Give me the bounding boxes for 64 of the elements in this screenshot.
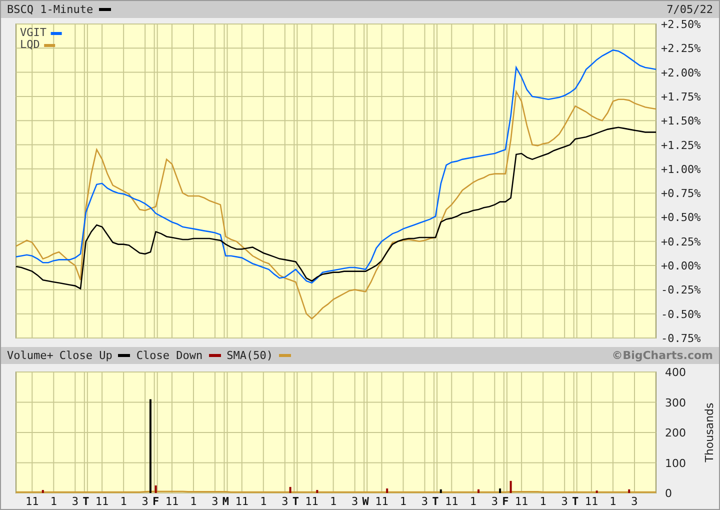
axis-label: 3: [212, 495, 218, 508]
axis-label: 11: [445, 495, 458, 508]
axis-label: 11: [235, 495, 248, 508]
axis-label: 200: [665, 426, 686, 440]
axis-label: 1: [330, 495, 337, 508]
axis-label: F: [502, 495, 509, 508]
legend-label: Close Down: [136, 349, 203, 362]
axis-label: +1.50%: [661, 114, 701, 128]
axis-label: 3: [631, 495, 638, 508]
axis-label: +2.00%: [661, 66, 701, 80]
axis-label: 11: [375, 495, 388, 508]
axis-label: 300: [665, 396, 686, 410]
chart-date: 7/05/22: [666, 3, 713, 16]
axis-label: +0.50%: [661, 211, 701, 224]
legend-label: Close Up: [59, 349, 112, 362]
axis-label: +2.50%: [661, 18, 701, 31]
axis-label: 3: [561, 495, 568, 508]
axis-label: +0.25%: [661, 235, 701, 248]
axis-label: 1: [120, 495, 127, 508]
axis-label: T: [82, 495, 90, 508]
legend-label: LQD: [20, 38, 40, 51]
axis-title: Thousands: [703, 402, 716, 462]
axis-label: +1.00%: [661, 162, 701, 176]
axis-label: 0: [665, 487, 672, 500]
axis-label: +1.75%: [661, 90, 701, 104]
axis-label: M: [222, 495, 230, 508]
axis-label: 11: [584, 495, 598, 508]
axis-label: 11: [95, 495, 109, 508]
axis-label: T: [292, 495, 299, 508]
axis-label: T: [572, 495, 579, 508]
axis-label: +0.00%: [661, 260, 701, 273]
axis-label: 3: [421, 495, 428, 508]
axis-label: 11: [26, 495, 39, 508]
axis-label: 3: [72, 495, 78, 508]
axis-label: 3: [282, 495, 288, 508]
axis-label: 400: [665, 366, 686, 379]
legend-label: SMA(50): [226, 349, 273, 362]
legend-label: VGIT: [20, 26, 46, 39]
axis-label: 11: [305, 495, 318, 508]
axis-label: +1.25%: [661, 138, 701, 152]
chart-title: Volume+: [7, 349, 54, 362]
chart-title: BSCQ 1-Minute: [7, 3, 94, 16]
axis-label: 3: [491, 495, 498, 508]
axis-label: -0.50%: [661, 308, 701, 321]
axis-label: 1: [540, 495, 546, 508]
axis-label: +0.75%: [661, 187, 701, 200]
axis-label: 1: [610, 495, 616, 508]
axis-label: 11: [165, 495, 179, 508]
axis-label: 3: [352, 495, 358, 508]
axis-label: 3: [142, 495, 148, 508]
axis-label: 100: [665, 456, 686, 470]
axis-label: -0.25%: [661, 284, 701, 297]
axis-label: 1: [260, 495, 267, 508]
axis-label: 1: [470, 495, 476, 508]
axis-label: 1: [50, 495, 57, 508]
axis-label: F: [152, 495, 160, 508]
axis-label: -0.75%: [661, 332, 701, 343]
axis-label: 11: [514, 495, 528, 508]
axis-label: T: [432, 495, 439, 508]
credit-text: ©BigCharts.com: [612, 349, 713, 362]
axis-label: +2.25%: [661, 42, 701, 56]
axis-label: 1: [190, 495, 197, 508]
axis-label: W: [362, 495, 369, 508]
axis-label: 1: [400, 495, 407, 508]
